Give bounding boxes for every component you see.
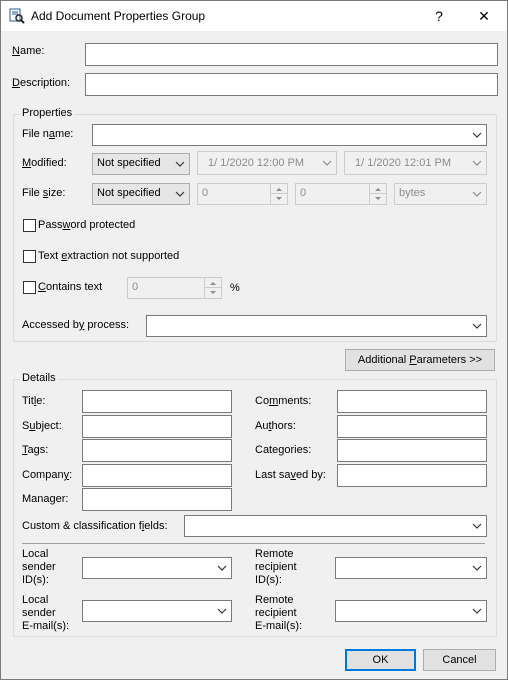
description-label: Description: <box>12 77 71 89</box>
chevron-down-icon <box>217 608 227 614</box>
chevron-down-icon <box>472 160 482 166</box>
details-separator <box>22 543 485 544</box>
tags-input[interactable] <box>82 439 232 462</box>
window-title: Add Document Properties Group <box>31 9 206 23</box>
contains-text-value: 0 <box>132 281 139 293</box>
additional-parameters-button[interactable]: Additional Parameters >> <box>345 349 495 371</box>
title-input[interactable] <box>82 390 232 413</box>
modified-label: Modified: <box>22 157 67 169</box>
title-label: Title: <box>22 395 46 407</box>
ok-button[interactable]: OK <box>345 649 416 671</box>
custom-fields-combo[interactable] <box>184 515 487 537</box>
chevron-down-icon <box>472 132 482 138</box>
modified-mode-select[interactable]: Not specified <box>92 153 190 175</box>
chevron-down-icon <box>472 523 482 529</box>
text-extraction-label: Text extraction not supported <box>38 250 180 262</box>
accessed-by-label: Accessed by process: <box>22 319 130 331</box>
size-min-value: 0 <box>202 187 209 199</box>
file-name-combo[interactable] <box>92 124 487 146</box>
spin-up-icon[interactable] <box>205 278 221 288</box>
tags-label: Tags: <box>22 444 49 456</box>
last-saved-label: Last saved by: <box>255 469 326 481</box>
remote-recipient-email-combo[interactable] <box>335 600 487 622</box>
details-group-title: Details <box>20 372 58 384</box>
modified-from-value: 1/ 1/2020 12:00 PM <box>208 157 305 169</box>
size-min-spinner[interactable]: 0 <box>197 183 288 205</box>
password-protected-label: Password protected <box>38 219 136 231</box>
modified-to-value: 1/ 1/2020 12:01 PM <box>355 157 452 169</box>
spin-down-icon[interactable] <box>205 288 221 298</box>
accessed-by-combo[interactable] <box>146 315 487 337</box>
percent-label: % <box>230 282 240 294</box>
chevron-down-icon <box>472 565 482 571</box>
size-unit-select[interactable]: bytes <box>394 183 487 205</box>
manager-label: Manager: <box>22 493 69 505</box>
categories-label: Categories: <box>255 444 312 456</box>
subject-input[interactable] <box>82 415 232 438</box>
authors-label: Authors: <box>255 420 296 432</box>
text-extraction-checkbox[interactable] <box>23 250 36 263</box>
help-button[interactable]: ? <box>416 1 462 31</box>
contains-text-spinner[interactable]: 0 <box>127 277 222 299</box>
password-protected-checkbox[interactable] <box>23 219 36 232</box>
local-sender-email-combo[interactable] <box>82 600 232 622</box>
size-max-spinner[interactable]: 0 <box>295 183 387 205</box>
chevron-down-icon <box>175 191 185 197</box>
spin-up-icon[interactable] <box>370 184 386 194</box>
document-search-icon <box>9 8 25 24</box>
categories-input[interactable] <box>337 439 487 462</box>
file-name-label: File name: <box>22 128 74 140</box>
name-label: Name: <box>12 45 45 57</box>
spin-up-icon[interactable] <box>271 184 287 194</box>
spin-down-icon[interactable] <box>271 194 287 204</box>
chevron-down-icon <box>472 608 482 614</box>
company-input[interactable] <box>82 464 232 487</box>
remote-recipient-id-label: Remote recipient ID(s): <box>255 548 297 586</box>
local-sender-id-combo[interactable] <box>82 557 232 579</box>
company-label: Company: <box>22 469 73 481</box>
file-size-mode-value: Not specified <box>97 187 161 199</box>
size-unit-value: bytes <box>399 187 426 199</box>
chevron-down-icon <box>472 323 482 329</box>
modified-mode-value: Not specified <box>97 157 161 169</box>
local-sender-id-label: Local sender ID(s): <box>22 548 56 586</box>
file-size-mode-select[interactable]: Not specified <box>92 183 190 205</box>
local-sender-email-label: Local sender E-mail(s): <box>22 594 70 632</box>
last-saved-input[interactable] <box>337 464 487 487</box>
file-size-label: File size: <box>22 187 66 199</box>
contains-text-checkbox[interactable] <box>23 281 36 294</box>
remote-recipient-email-label: Remote recipient E-mail(s): <box>255 594 303 632</box>
dialog-window: Add Document Properties Group ? ✕ Name: … <box>0 0 508 680</box>
size-min-updown <box>270 184 287 204</box>
modified-from-date[interactable]: 1/ 1/2020 12:00 PM <box>197 151 337 175</box>
modified-to-date[interactable]: 1/ 1/2020 12:01 PM <box>344 151 487 175</box>
name-input[interactable] <box>85 43 498 66</box>
contains-text-updown <box>204 278 221 298</box>
properties-group-title: Properties <box>20 107 75 119</box>
comments-input[interactable] <box>337 390 487 413</box>
comments-label: Comments: <box>255 395 312 407</box>
manager-input[interactable] <box>82 488 232 511</box>
cancel-button[interactable]: Cancel <box>423 649 496 671</box>
contains-text-label: Contains text <box>38 281 103 293</box>
spin-down-icon[interactable] <box>370 194 386 204</box>
chevron-down-icon <box>217 565 227 571</box>
description-input[interactable] <box>85 73 498 96</box>
subject-label: Subject: <box>22 420 62 432</box>
chevron-down-icon <box>472 191 482 197</box>
chevron-down-icon <box>322 160 332 166</box>
size-max-value: 0 <box>300 187 307 199</box>
close-button[interactable]: ✕ <box>461 1 507 31</box>
size-max-updown <box>369 184 386 204</box>
remote-recipient-id-combo[interactable] <box>335 557 487 579</box>
title-bar: Add Document Properties Group ? ✕ <box>1 1 507 31</box>
chevron-down-icon <box>175 161 185 167</box>
authors-input[interactable] <box>337 415 487 438</box>
custom-fields-label: Custom & classification fields: <box>22 520 168 532</box>
